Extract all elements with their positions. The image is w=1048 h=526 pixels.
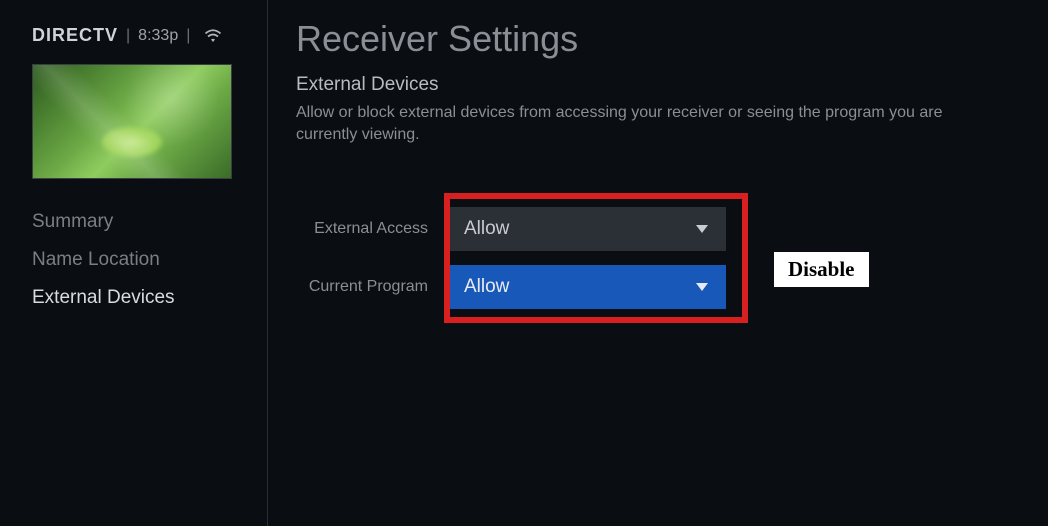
annotation-callout: Disable — [774, 252, 869, 287]
setting-row-external-access: External Access Allow — [296, 207, 1018, 251]
clock-time: 8:33p — [138, 27, 178, 45]
page-title: Receiver Settings — [296, 18, 1018, 60]
preview-image — [32, 64, 232, 179]
current-program-label: Current Program — [296, 278, 446, 296]
brand-logo: DIRECTV — [32, 25, 118, 46]
header: DIRECTV | 8:33p | — [32, 25, 249, 46]
main-content: Receiver Settings External Devices Allow… — [268, 0, 1048, 526]
section-subtitle: External Devices — [296, 74, 1018, 96]
sidebar-item-summary[interactable]: Summary — [32, 203, 249, 241]
setting-row-current-program: Current Program Allow — [296, 265, 1018, 309]
external-access-value: Allow — [464, 218, 509, 240]
chevron-down-icon — [696, 283, 708, 291]
current-program-dropdown[interactable]: Allow — [446, 265, 726, 309]
sidebar: DIRECTV | 8:33p | Summary Name Location … — [0, 0, 268, 526]
settings-area: External Access Allow Current Program Al… — [296, 207, 1018, 309]
chevron-down-icon — [696, 225, 708, 233]
sidebar-item-external-devices[interactable]: External Devices — [32, 279, 249, 317]
wifi-icon — [204, 29, 222, 43]
divider: | — [126, 27, 130, 45]
external-access-dropdown[interactable]: Allow — [446, 207, 726, 251]
current-program-value: Allow — [464, 276, 509, 298]
divider: | — [186, 27, 190, 45]
sidebar-item-name-location[interactable]: Name Location — [32, 241, 249, 279]
external-access-label: External Access — [296, 220, 446, 238]
section-description: Allow or block external devices from acc… — [296, 102, 976, 147]
